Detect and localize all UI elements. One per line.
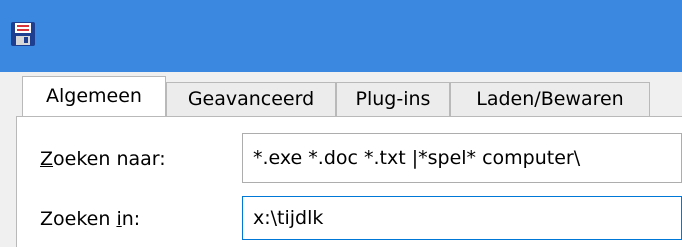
search-in-label: Zoeken in: <box>40 210 140 229</box>
search-for-label-accel: Z <box>40 148 54 170</box>
search-in-label-post: n: <box>121 208 141 230</box>
search-in-label-pre: Zoeken <box>40 208 117 230</box>
search-for-label-text: oeken naar: <box>53 148 166 170</box>
search-in-input[interactable]: x:\tijdlk <box>242 196 682 240</box>
floppy-disk-icon <box>9 20 37 48</box>
tab-geavanceerd[interactable]: Geavanceerd <box>166 82 336 116</box>
tab-strip: Algemeen Geavanceerd Plug-ins Laden/Bewa… <box>0 72 682 116</box>
title-bar <box>0 0 682 72</box>
tab-algemeen[interactable]: Algemeen <box>22 76 166 116</box>
tab-plug-ins[interactable]: Plug-ins <box>336 82 450 116</box>
search-for-input[interactable]: *.exe *.doc *.txt |*spel* computer\ <box>242 133 682 183</box>
tab-laden-bewaren[interactable]: Laden/Bewaren <box>450 82 650 116</box>
search-for-label: Zoeken naar: <box>40 150 166 169</box>
